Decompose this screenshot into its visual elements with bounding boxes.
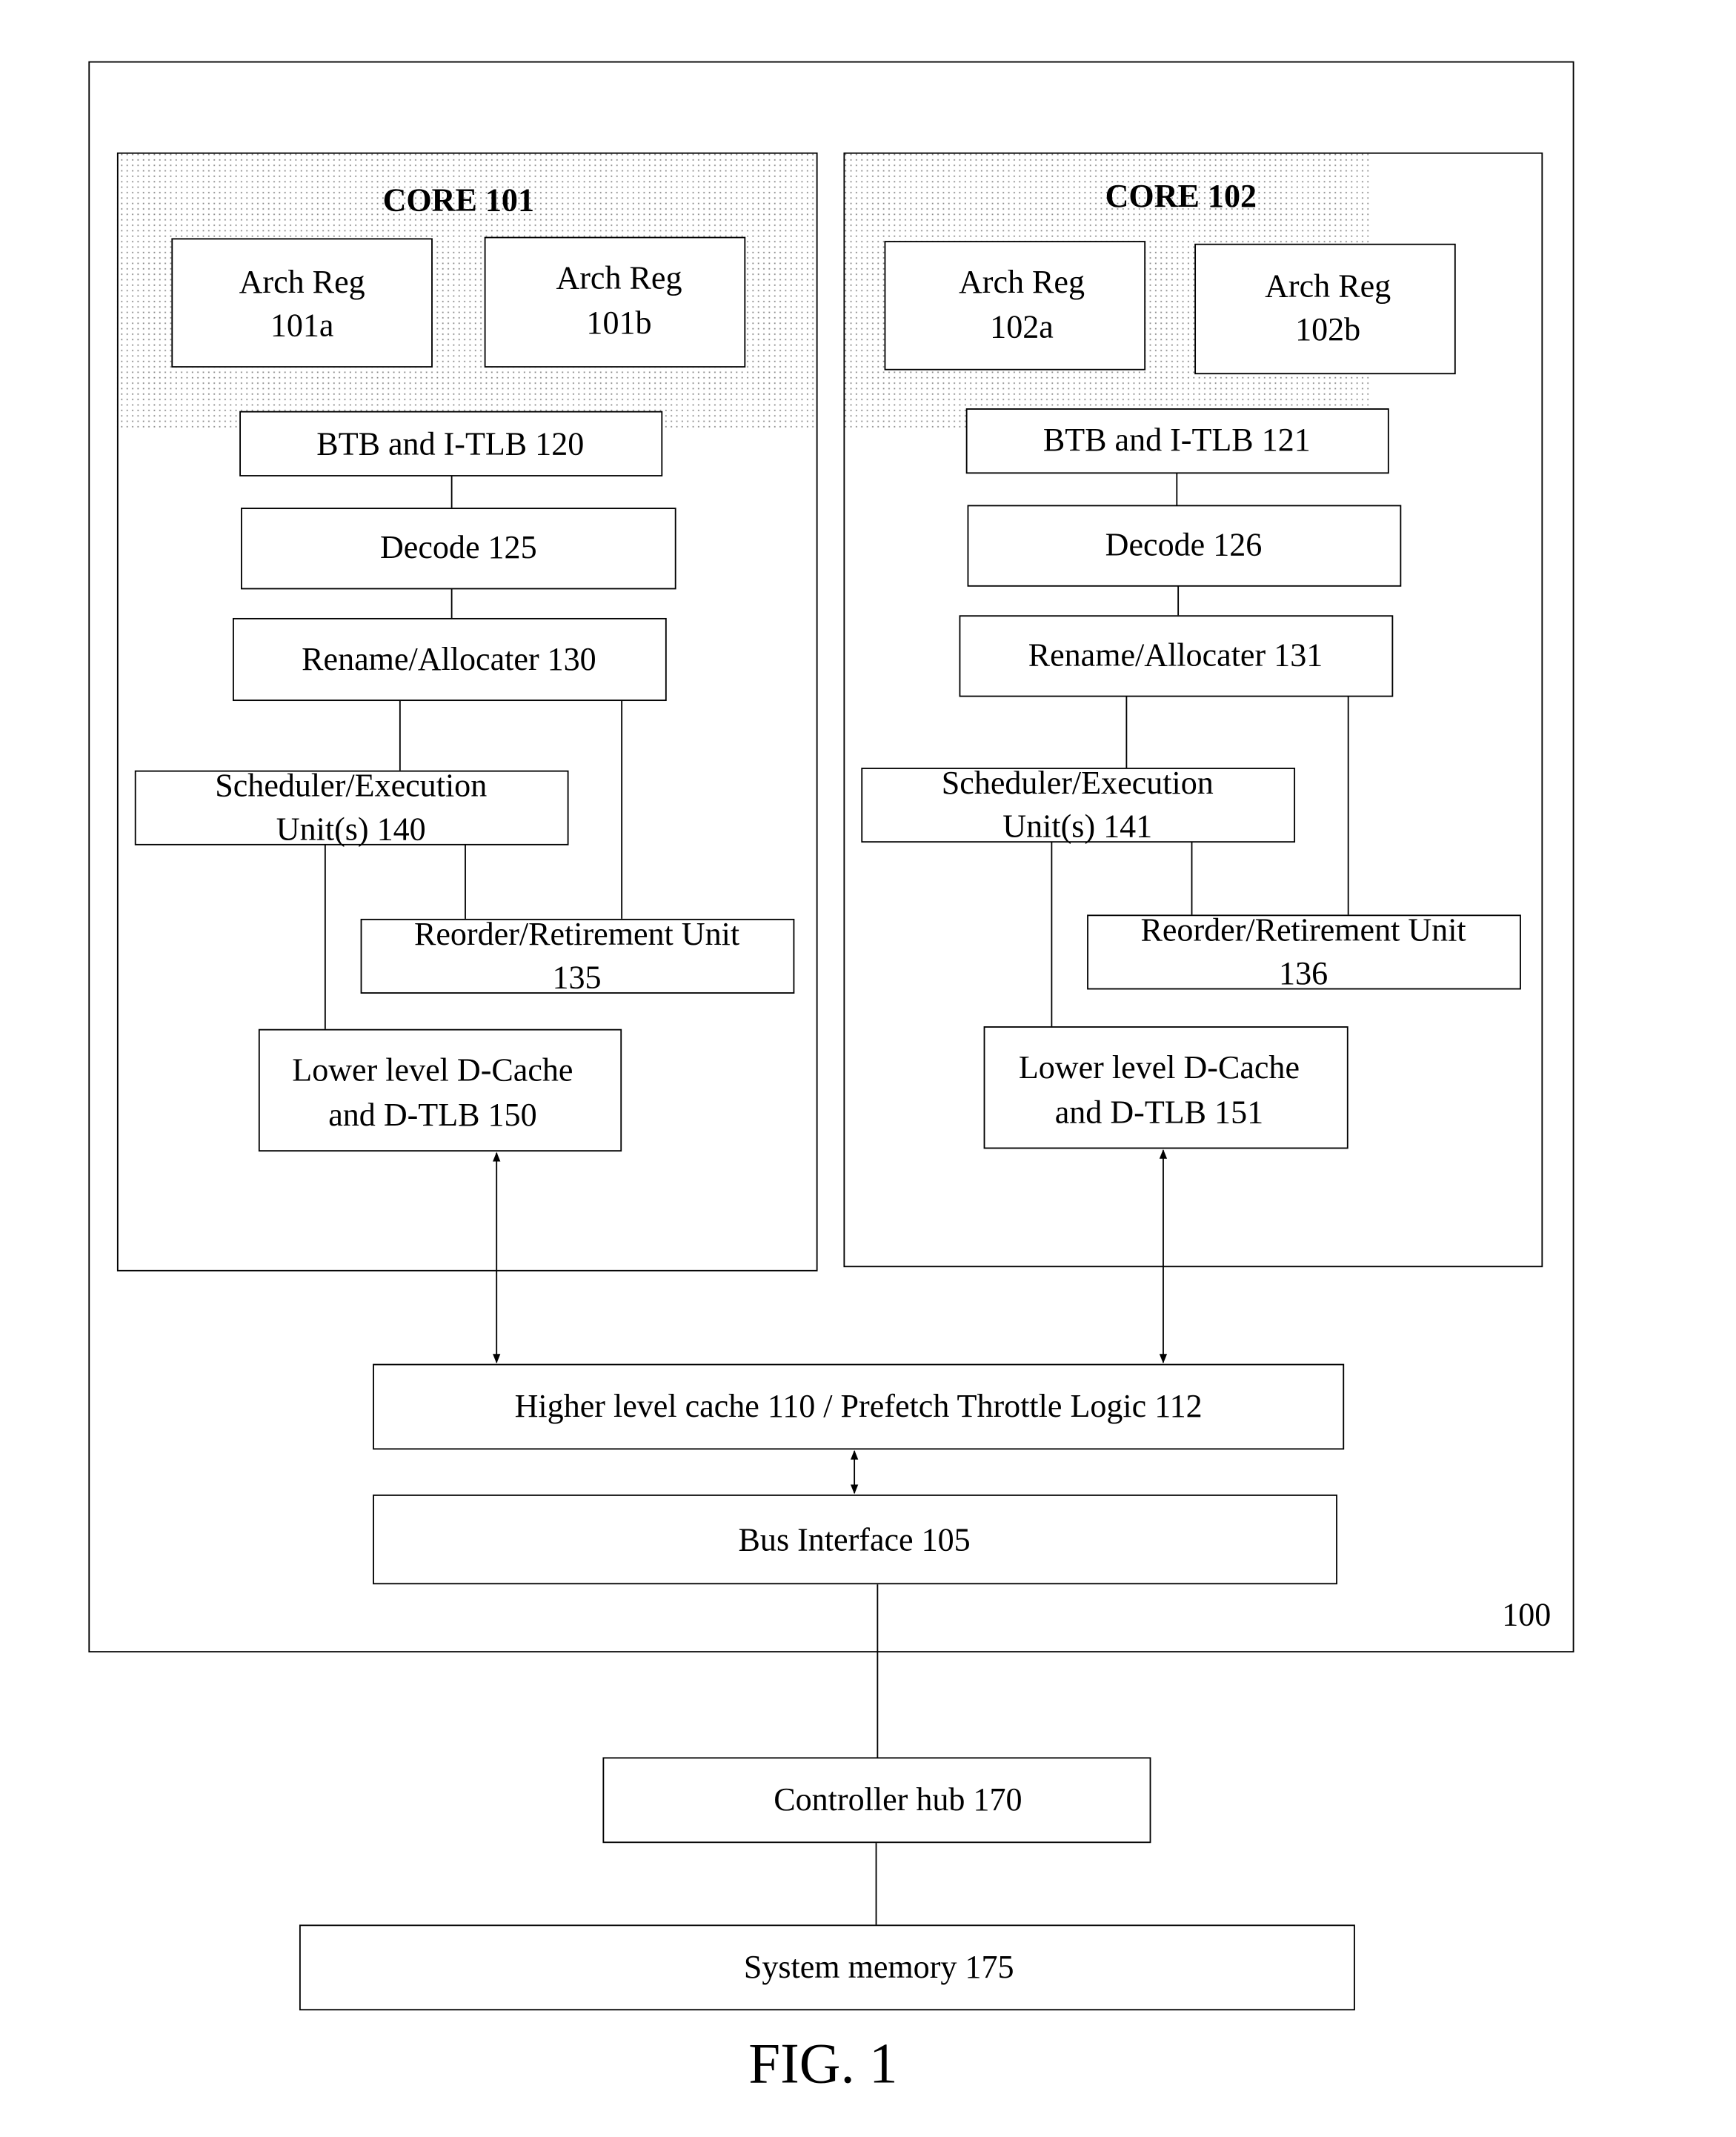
dcache-dtlb-151-line1: Lower level D-Cache [1019, 1049, 1300, 1086]
figure-caption: FIG. 1 [748, 2032, 897, 2096]
scheduler-execution-141-line1: Scheduler/Execution [942, 765, 1214, 801]
scheduler-execution-140-line1: Scheduler/Execution [215, 768, 487, 804]
reorder-retirement-136-line1: Reorder/Retirement Unit [1140, 911, 1466, 948]
dcache-dtlb-151-line2: and D-TLB 151 [1055, 1094, 1263, 1130]
btb-itlb-121-label: BTB and I-TLB 121 [1043, 422, 1311, 458]
rename-allocater-130: Rename/Allocater 130 [232, 617, 667, 702]
arch-reg-101b-line1: Arch Reg [556, 259, 682, 296]
scheduler-execution-140-line2: Unit(s) 140 [276, 811, 426, 847]
scheduler-execution-140: Scheduler/Execution Unit(s) 140 [134, 768, 569, 847]
controller-hub-170: Controller hub 170 [602, 1757, 1151, 1844]
block-diagram: 100 CORE 101 Arch Reg 101a Arch Reg 101b… [88, 61, 1574, 2096]
arch-reg-101a: Arch Reg 101a [171, 238, 433, 368]
core-102-title: CORE 102 [1105, 178, 1257, 214]
core-101: CORE 101 Arch Reg 101a Arch Reg 101b BTB… [116, 152, 818, 1272]
higher-level-cache-110-label: Higher level cache 110 / Prefetch Thrott… [515, 1388, 1203, 1424]
decode-125-label: Decode 125 [380, 529, 537, 565]
arch-reg-101b-line2: 101b [586, 305, 651, 341]
core-102: CORE 102 Arch Reg 102a Arch Reg 102b BTB… [843, 152, 1543, 1268]
reorder-retirement-136: Reorder/Retirement Unit 136 [1087, 911, 1521, 991]
arch-reg-101b: Arch Reg 101b [484, 236, 746, 368]
decode-126: Decode 126 [967, 505, 1402, 587]
dcache-dtlb-150-line2: and D-TLB 150 [328, 1097, 536, 1133]
arch-reg-101a-line2: 101a [270, 308, 334, 344]
arch-reg-102b-line1: Arch Reg [1265, 267, 1391, 304]
btb-itlb-121: BTB and I-TLB 121 [965, 408, 1389, 474]
decode-126-label: Decode 126 [1105, 526, 1263, 562]
rename-allocater-131: Rename/Allocater 131 [959, 615, 1394, 697]
scheduler-execution-141-line2: Unit(s) 141 [1002, 808, 1152, 845]
higher-level-cache-110: Higher level cache 110 / Prefetch Thrott… [373, 1363, 1345, 1450]
arch-reg-102a-line1: Arch Reg [959, 264, 1085, 300]
processor-label: 100 [1502, 1596, 1551, 1632]
system-memory-175: System memory 175 [299, 1924, 1355, 2011]
arch-reg-102b-line2: 102b [1295, 311, 1360, 348]
dcache-dtlb-150-line1: Lower level D-Cache [292, 1052, 573, 1089]
reorder-retirement-135-line1: Reorder/Retirement Unit [414, 916, 739, 952]
arch-reg-102a: Arch Reg 102a [884, 241, 1146, 370]
core-101-title: CORE 101 [383, 182, 534, 219]
reorder-retirement-135-line2: 135 [553, 960, 602, 996]
decode-125: Decode 125 [241, 508, 676, 590]
bus-interface-105: Bus Interface 105 [373, 1494, 1337, 1585]
controller-hub-170-label: Controller hub 170 [774, 1781, 1022, 1818]
dcache-dtlb-150: Lower level D-Cache and D-TLB 150 [258, 1028, 622, 1152]
arch-reg-101a-line1: Arch Reg [239, 264, 365, 300]
btb-itlb-120-label: BTB and I-TLB 120 [316, 426, 584, 462]
rename-allocater-131-label: Rename/Allocater 131 [1028, 637, 1323, 673]
bus-interface-105-label: Bus Interface 105 [739, 1521, 971, 1558]
btb-itlb-120: BTB and I-TLB 120 [239, 411, 663, 476]
system-memory-175-label: System memory 175 [744, 1949, 1014, 1985]
reorder-retirement-136-line2: 136 [1279, 955, 1328, 991]
reorder-retirement-135: Reorder/Retirement Unit 135 [360, 916, 795, 996]
dcache-dtlb-151: Lower level D-Cache and D-TLB 151 [983, 1026, 1348, 1149]
arch-reg-102a-line2: 102a [990, 309, 1054, 345]
rename-allocater-130-label: Rename/Allocater 130 [302, 641, 596, 677]
scheduler-execution-141: Scheduler/Execution Unit(s) 141 [861, 765, 1296, 845]
arch-reg-102b: Arch Reg 102b [1194, 243, 1456, 375]
